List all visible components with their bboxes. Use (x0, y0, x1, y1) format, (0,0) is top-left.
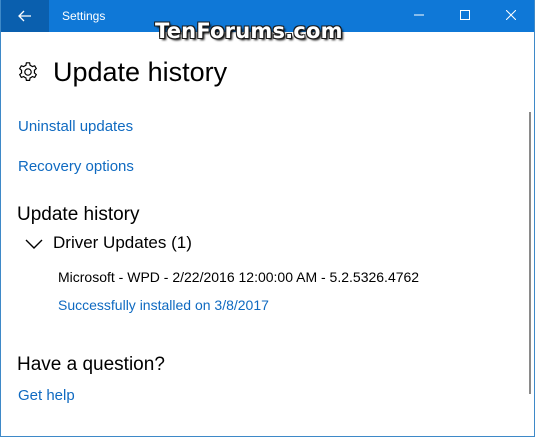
get-help-link[interactable]: Get help (18, 386, 75, 406)
close-icon (505, 7, 517, 25)
group-label: Driver Updates (1) (53, 233, 192, 252)
minimize-button[interactable] (396, 0, 442, 32)
chevron-down-icon (25, 237, 43, 249)
maximize-button[interactable] (442, 0, 488, 32)
page-header: Update history (17, 55, 227, 89)
arrow-left-icon (18, 10, 32, 22)
app-title: Settings (62, 9, 106, 23)
settings-window: Settings TenForums.com Update history Un… (0, 0, 535, 437)
watermark: TenForums.com (155, 19, 343, 43)
maximize-icon (460, 7, 470, 25)
recovery-options-link[interactable]: Recovery options (18, 157, 134, 177)
update-item-name: Microsoft - WPD - 2/22/2016 12:00:00 AM … (58, 269, 420, 285)
driver-updates-group-toggle[interactable]: Driver Updates (1) (25, 232, 192, 254)
uninstall-updates-link[interactable]: Uninstall updates (18, 117, 133, 137)
question-heading: Have a question? (17, 354, 165, 375)
update-history-heading: Update history (17, 204, 140, 225)
page-title: Update history (53, 57, 228, 87)
back-button[interactable] (1, 0, 49, 32)
minimize-icon (414, 7, 424, 25)
update-item-status-link[interactable]: Successfully installed on 3/8/2017 (58, 296, 269, 315)
scrollbar[interactable] (529, 112, 531, 394)
close-button[interactable] (488, 0, 534, 32)
gear-icon (17, 61, 39, 83)
